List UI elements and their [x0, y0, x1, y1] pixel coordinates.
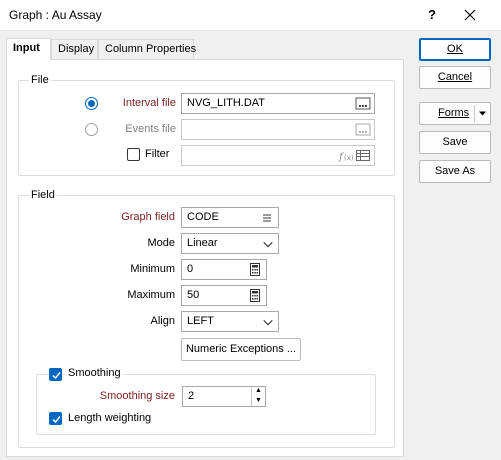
- dropdown-arrow-icon[interactable]: [478, 109, 487, 118]
- spin-up-icon[interactable]: ▲: [252, 387, 265, 396]
- ok-button[interactable]: OK: [419, 38, 491, 61]
- file-group: File Interval file NVG_LITH.DAT Events f…: [18, 74, 395, 176]
- interval-file-radio[interactable]: [85, 97, 98, 110]
- mode-value: Linear: [187, 237, 218, 249]
- chevron-down-icon: [263, 241, 273, 248]
- length-weighting-checkbox[interactable]: [49, 412, 62, 425]
- smoothing-size-label: Smoothing size: [99, 390, 175, 402]
- tab-column-properties[interactable]: Column Properties: [98, 39, 196, 59]
- checkmark-icon: [52, 372, 61, 380]
- file-group-title: File: [29, 74, 51, 86]
- function-icon[interactable]: f (x): [338, 148, 354, 163]
- smoothing-size-spinner[interactable]: ▲ ▼: [251, 387, 265, 406]
- align-select[interactable]: LEFT: [181, 311, 279, 332]
- calculator-icon[interactable]: [247, 262, 263, 277]
- forms-label: Forms: [438, 107, 470, 119]
- ellipsis-icon[interactable]: [355, 96, 371, 111]
- save-button[interactable]: Save: [419, 131, 491, 154]
- forms-button[interactable]: Forms: [419, 102, 491, 125]
- maximum-input[interactable]: 50: [181, 285, 267, 306]
- chevron-down-icon: [263, 319, 273, 326]
- smoothing-label: Smoothing: [66, 367, 123, 379]
- graph-field-label: Graph field: [121, 211, 175, 223]
- interval-file-value: NVG_LITH.DAT: [187, 97, 266, 109]
- cancel-button[interactable]: Cancel: [419, 66, 491, 89]
- smoothing-size-value: 2: [188, 390, 195, 402]
- close-button[interactable]: [457, 3, 483, 27]
- cancel-label: Cancel: [437, 71, 473, 83]
- interval-file-label: Interval file: [122, 97, 176, 109]
- graph-field-value: CODE: [187, 211, 219, 223]
- align-value: LEFT: [187, 315, 214, 327]
- calculator-icon[interactable]: [247, 288, 263, 303]
- align-label: Align: [150, 315, 175, 327]
- length-weighting-label: Length weighting: [68, 412, 152, 424]
- mode-label: Mode: [147, 237, 175, 249]
- ok-label: OK: [447, 43, 463, 55]
- maximum-label: Maximum: [127, 289, 175, 301]
- smoothing-group: Smoothing Smoothing size 2 ▲ ▼ Length we…: [36, 367, 376, 435]
- tab-display[interactable]: Display: [51, 39, 98, 59]
- filter-checkbox[interactable]: [127, 148, 140, 161]
- svg-text:(x): (x): [344, 154, 354, 162]
- title-bar: Graph : Au Assay ?: [0, 0, 501, 31]
- ellipsis-icon[interactable]: [355, 122, 371, 137]
- table-icon[interactable]: [355, 148, 371, 163]
- filter-field[interactable]: f (x): [181, 145, 375, 166]
- interval-file-field[interactable]: NVG_LITH.DAT: [181, 93, 375, 114]
- smoothing-checkbox[interactable]: [49, 368, 62, 381]
- maximum-value: 50: [187, 289, 200, 301]
- filter-label: Filter: [145, 148, 170, 160]
- help-button[interactable]: ?: [421, 4, 443, 26]
- minimum-value: 0: [187, 263, 194, 275]
- forms-split-divider: [474, 105, 475, 122]
- minimum-input[interactable]: 0: [181, 259, 267, 280]
- tab-input[interactable]: Input: [6, 38, 51, 60]
- events-file-radio[interactable]: [85, 123, 98, 136]
- field-group-title: Field: [29, 189, 57, 201]
- graph-field-input[interactable]: CODE: [181, 207, 279, 228]
- field-group: Field Graph field CODE Mode Linear Minim…: [18, 189, 395, 448]
- window-title: Graph : Au Assay: [9, 8, 102, 22]
- list-icon[interactable]: [259, 210, 275, 225]
- save-as-button[interactable]: Save As: [419, 160, 491, 183]
- minimum-label: Minimum: [130, 263, 175, 275]
- spin-down-icon[interactable]: ▼: [252, 396, 265, 406]
- events-file-label: Events file: [125, 123, 176, 135]
- events-file-field[interactable]: [181, 119, 375, 140]
- checkmark-icon: [52, 416, 61, 424]
- input-tab-panel: File Interval file NVG_LITH.DAT Events f…: [6, 59, 404, 457]
- close-icon: [464, 9, 476, 21]
- numeric-exceptions-button[interactable]: Numeric Exceptions ...: [181, 338, 301, 361]
- mode-select[interactable]: Linear: [181, 233, 279, 254]
- smoothing-size-input[interactable]: 2 ▲ ▼: [182, 386, 266, 407]
